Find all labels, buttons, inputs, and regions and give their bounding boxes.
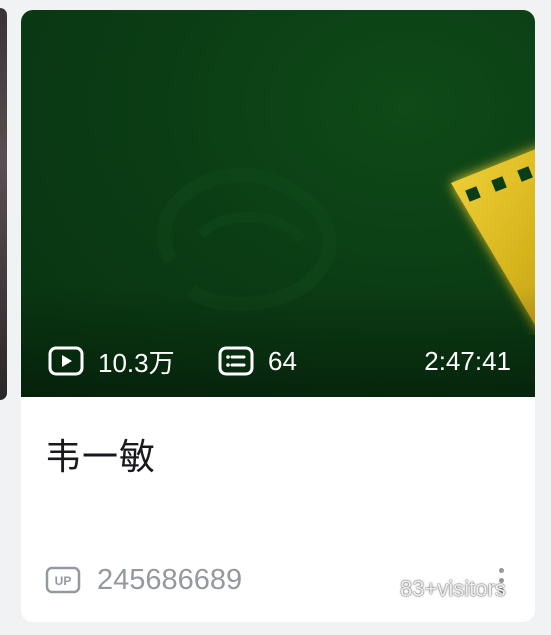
danmaku-count: 64 (268, 345, 297, 376)
views-stat: 10.3万 (48, 343, 175, 379)
up-badge-icon: UP (45, 566, 81, 594)
previous-video-card-edge[interactable] (0, 8, 7, 400)
video-card[interactable]: 10.3万 64 2:47:41 韦一敏 UP 245686689 (21, 10, 535, 622)
video-title[interactable]: 韦一敏 (45, 428, 156, 480)
play-icon (48, 346, 84, 376)
duration-text: 2:47:41 (424, 345, 511, 376)
uploader-name[interactable]: 245686689 (97, 564, 242, 597)
video-duration: 2:47:41 (424, 343, 511, 379)
visitor-watermark: 83+visitors (400, 576, 506, 601)
views-count: 10.3万 (98, 347, 175, 378)
up-badge-label: UP (55, 574, 72, 588)
video-cover[interactable]: 10.3万 64 2:47:41 (21, 10, 535, 397)
danmaku-icon (218, 346, 254, 376)
danmaku-stat: 64 (218, 343, 297, 379)
video-stats-bar: 10.3万 64 2:47:41 (21, 343, 535, 379)
uploader-info[interactable]: UP 245686689 (45, 562, 242, 598)
